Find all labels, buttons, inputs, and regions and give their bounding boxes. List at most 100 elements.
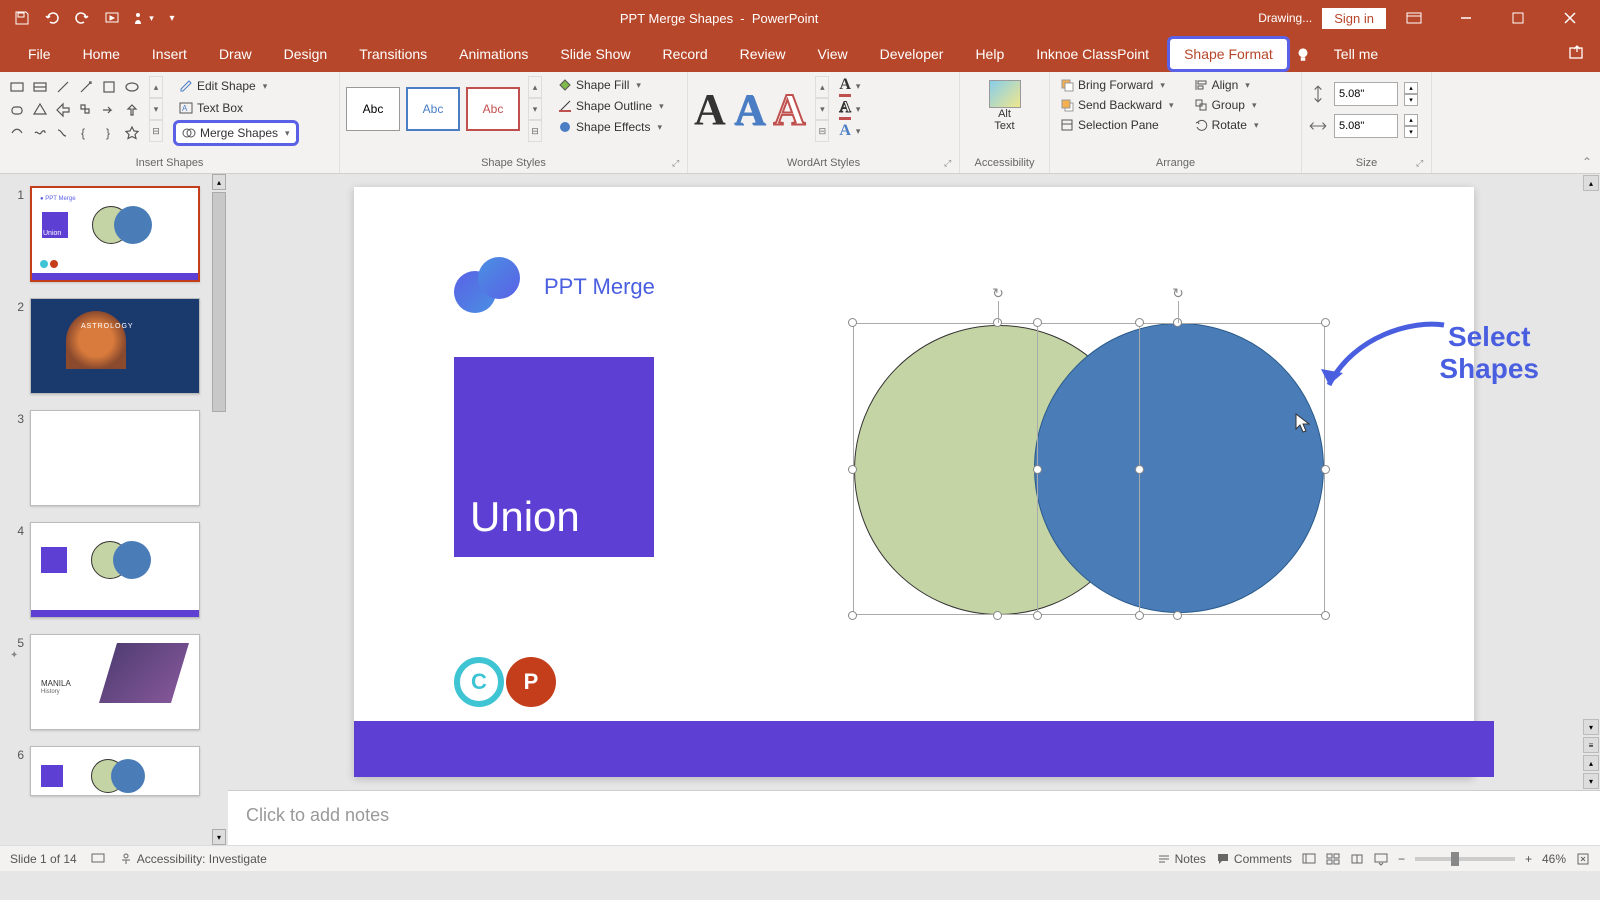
- qat-customize-icon[interactable]: ▾: [158, 4, 186, 32]
- shape-width[interactable]: ▴▾: [1308, 114, 1418, 138]
- shape-styles-launcher-icon[interactable]: ⤢: [672, 158, 684, 170]
- height-input[interactable]: [1334, 82, 1398, 106]
- shape-gallery[interactable]: { }: [6, 76, 143, 144]
- shape-outline-button[interactable]: Shape Outline▾: [554, 97, 668, 115]
- status-bar: Slide 1 of 14 Accessibility: Investigate…: [0, 845, 1600, 871]
- touch-mode-icon[interactable]: ▾: [128, 4, 156, 32]
- maximize-icon[interactable]: [1494, 2, 1542, 34]
- tab-slide-show[interactable]: Slide Show: [546, 39, 644, 69]
- edit-shape-button[interactable]: Edit Shape▾: [173, 76, 299, 96]
- shape-style-gallery[interactable]: Abc Abc Abc ▴▾⊟: [346, 76, 542, 142]
- zoom-level[interactable]: 46%: [1542, 852, 1566, 866]
- status-display-settings[interactable]: [91, 852, 105, 866]
- rotation-handle-icon[interactable]: ↻: [1170, 285, 1186, 301]
- slideshow-view-icon[interactable]: [1374, 852, 1388, 866]
- tell-me-search[interactable]: Tell me: [1322, 46, 1390, 62]
- slide-edit-area: PPT Merge Union CP: [228, 174, 1600, 845]
- slide-thumbnail-pane[interactable]: 1 ● PPT Merge Union 2 ASTROLOGY 3 4 5✦ M…: [0, 174, 228, 845]
- slideshow-icon[interactable]: [98, 4, 126, 32]
- selection-pane-button[interactable]: Selection Pane: [1056, 116, 1178, 134]
- align-button[interactable]: Align▾: [1190, 76, 1263, 94]
- tab-draw[interactable]: Draw: [205, 39, 266, 69]
- comments-button[interactable]: Comments: [1216, 852, 1292, 866]
- shape-effects-button[interactable]: Shape Effects▾: [554, 118, 668, 136]
- reading-view-icon[interactable]: [1350, 852, 1364, 866]
- slide-counter: Slide 1 of 14: [10, 852, 77, 866]
- minimize-icon[interactable]: [1442, 2, 1490, 34]
- zoom-slider[interactable]: [1415, 857, 1515, 861]
- title-bar: ▾ ▾ PPT Merge Shapes - PowerPoint Drawin…: [0, 0, 1600, 36]
- group-label-wordart: WordArt Styles: [694, 155, 953, 171]
- normal-view-icon[interactable]: [1302, 852, 1316, 866]
- tab-design[interactable]: Design: [270, 39, 342, 69]
- group-wordart-styles: A A A ▴▾⊟ A▾ A▾ A▾ WordArt Styles ⤢: [688, 72, 960, 173]
- group-button[interactable]: Group▾: [1190, 96, 1263, 114]
- selected-shapes-group[interactable]: ↻ ↻ Select Shapes: [854, 287, 1324, 597]
- rotate-button[interactable]: Rotate▾: [1190, 116, 1263, 134]
- text-fill-button[interactable]: A▾: [839, 76, 860, 97]
- thumbnail-slide-3[interactable]: [30, 410, 200, 506]
- tab-help[interactable]: Help: [961, 39, 1018, 69]
- notes-pane[interactable]: Click to add notes: [228, 790, 1600, 845]
- share-icon[interactable]: [1568, 43, 1586, 66]
- tab-shape-format[interactable]: Shape Format: [1167, 36, 1290, 72]
- redo-icon[interactable]: [68, 4, 96, 32]
- rotation-handle-icon[interactable]: ↻: [990, 285, 1006, 301]
- thumbnail-slide-4[interactable]: [30, 522, 200, 618]
- text-effects-button[interactable]: A▾: [839, 122, 860, 140]
- size-launcher-icon[interactable]: ⤢: [1416, 158, 1428, 170]
- alt-text-button[interactable]: AltText: [979, 76, 1031, 136]
- slide-sorter-icon[interactable]: [1326, 852, 1340, 866]
- width-input[interactable]: [1334, 114, 1398, 138]
- shape-height[interactable]: ▴▾: [1308, 82, 1418, 106]
- shape-gallery-more[interactable]: ▴▾⊟: [149, 76, 163, 142]
- accessibility-status[interactable]: Accessibility: Investigate: [119, 852, 267, 866]
- tab-transitions[interactable]: Transitions: [345, 39, 441, 69]
- tab-view[interactable]: View: [804, 39, 862, 69]
- merge-shapes-button[interactable]: Merge Shapes▾: [173, 120, 299, 146]
- window-title: PPT Merge Shapes - PowerPoint: [186, 11, 1252, 26]
- thumbnail-scrollbar[interactable]: ▴ ▾: [210, 174, 228, 845]
- group-label-insert-shapes: Insert Shapes: [6, 155, 333, 171]
- text-box-button[interactable]: A Text Box: [173, 98, 299, 118]
- tab-developer[interactable]: Developer: [866, 39, 958, 69]
- ribbon-display-icon[interactable]: [1390, 2, 1438, 34]
- thumbnail-slide-5[interactable]: MANILA History: [30, 634, 200, 730]
- notes-toggle[interactable]: Notes: [1157, 852, 1206, 866]
- fit-to-window-icon[interactable]: [1576, 852, 1590, 866]
- text-outline-button[interactable]: A▾: [839, 99, 860, 120]
- tab-review[interactable]: Review: [726, 39, 800, 69]
- thumbnail-slide-1[interactable]: ● PPT Merge Union: [30, 186, 200, 282]
- sign-in-button[interactable]: Sign in: [1322, 8, 1386, 29]
- annotation-text: Select Shapes: [1439, 321, 1539, 385]
- ribbon-tabs: File Home Insert Draw Design Transitions…: [0, 36, 1600, 72]
- tab-inknoe-classpoint[interactable]: Inknoe ClassPoint: [1022, 39, 1163, 69]
- group-size: ▴▾ ▴▾ Size ⤢: [1302, 72, 1432, 173]
- tab-home[interactable]: Home: [69, 39, 134, 69]
- zoom-in-button[interactable]: +: [1525, 852, 1532, 866]
- wordart-gallery[interactable]: A A A ▴▾⊟: [694, 76, 829, 142]
- lightbulb-icon: [1294, 45, 1312, 63]
- save-icon[interactable]: [8, 4, 36, 32]
- svg-text:}: }: [106, 126, 110, 140]
- bring-forward-button[interactable]: Bring Forward▾: [1056, 76, 1178, 94]
- vertical-scrollbar[interactable]: ▴ ▾ ≡ ▴ ▾: [1582, 174, 1600, 790]
- slide-canvas[interactable]: PPT Merge Union CP: [354, 187, 1474, 777]
- ribbon: { } ▴▾⊟ Edit Shape▾ A Text Box Merge Sha: [0, 72, 1600, 174]
- send-backward-button[interactable]: Send Backward▾: [1056, 96, 1178, 114]
- group-label-shape-styles: Shape Styles: [346, 155, 681, 171]
- close-icon[interactable]: [1546, 2, 1594, 34]
- thumbnail-slide-6[interactable]: [30, 746, 200, 796]
- tab-record[interactable]: Record: [648, 39, 721, 69]
- undo-icon[interactable]: [38, 4, 66, 32]
- tab-file[interactable]: File: [14, 39, 65, 69]
- slide-app-icons: CP: [454, 657, 556, 707]
- tab-insert[interactable]: Insert: [138, 39, 201, 69]
- thumbnail-slide-2[interactable]: ASTROLOGY: [30, 298, 200, 394]
- tab-animations[interactable]: Animations: [445, 39, 542, 69]
- zoom-out-button[interactable]: −: [1398, 852, 1405, 866]
- slide-logo: PPT Merge: [454, 257, 655, 317]
- collapse-ribbon-icon[interactable]: ⌃: [1582, 155, 1592, 169]
- shape-fill-button[interactable]: Shape Fill▾: [554, 76, 668, 94]
- wordart-launcher-icon[interactable]: ⤢: [944, 158, 956, 170]
